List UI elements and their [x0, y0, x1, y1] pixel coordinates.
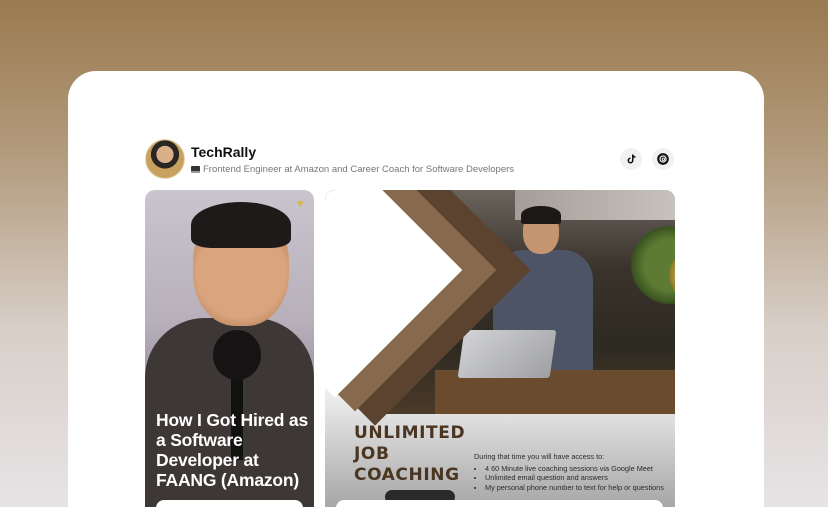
avatar[interactable]	[145, 139, 185, 179]
video-tile[interactable]: ♥ How I Got Hired as a Software Develope…	[145, 190, 314, 507]
coaching-tile-button[interactable]	[336, 500, 663, 507]
tiktok-icon	[627, 154, 636, 164]
threads-button[interactable]	[652, 148, 674, 170]
video-tile-button[interactable]	[156, 500, 303, 507]
laptop-icon	[191, 165, 200, 173]
coach-hair	[521, 206, 561, 224]
coaching-tile[interactable]: UNLIMITED JOB COACHING During that time …	[325, 190, 675, 507]
profile-bio-text: Frontend Engineer at Amazon and Career C…	[203, 163, 515, 175]
video-title: How I Got Hired as a Software Developer …	[156, 410, 308, 490]
coaching-heading-line: JOB	[354, 444, 390, 464]
coaching-heading-line: COACHING	[354, 465, 460, 485]
coaching-heading-line: UNLIMITED	[354, 423, 466, 443]
microphone-icon	[213, 330, 261, 380]
video-thumbnail-hair	[191, 202, 291, 248]
tiktok-button[interactable]	[620, 148, 642, 170]
access-intro: During that time you will have access to…	[474, 452, 605, 461]
profile-name: TechRally	[191, 143, 257, 160]
profile-info: TechRally Frontend Engineer at Amazon an…	[191, 144, 514, 175]
access-list: During that time you will have access to…	[474, 452, 664, 492]
laptop-image	[457, 330, 557, 378]
profile-bio: Frontend Engineer at Amazon and Career C…	[191, 164, 514, 175]
access-item: 4 60 Minute live coaching sessions via G…	[485, 464, 664, 474]
access-item: Unlimited email question and answers	[485, 473, 664, 483]
access-item: My personal phone number to text for hel…	[485, 483, 664, 493]
profile-header: TechRally Frontend Engineer at Amazon an…	[145, 139, 514, 179]
threads-icon	[657, 153, 669, 165]
heart-icon: ♥	[297, 198, 304, 210]
coaching-heading: UNLIMITED JOB COACHING	[354, 423, 465, 486]
